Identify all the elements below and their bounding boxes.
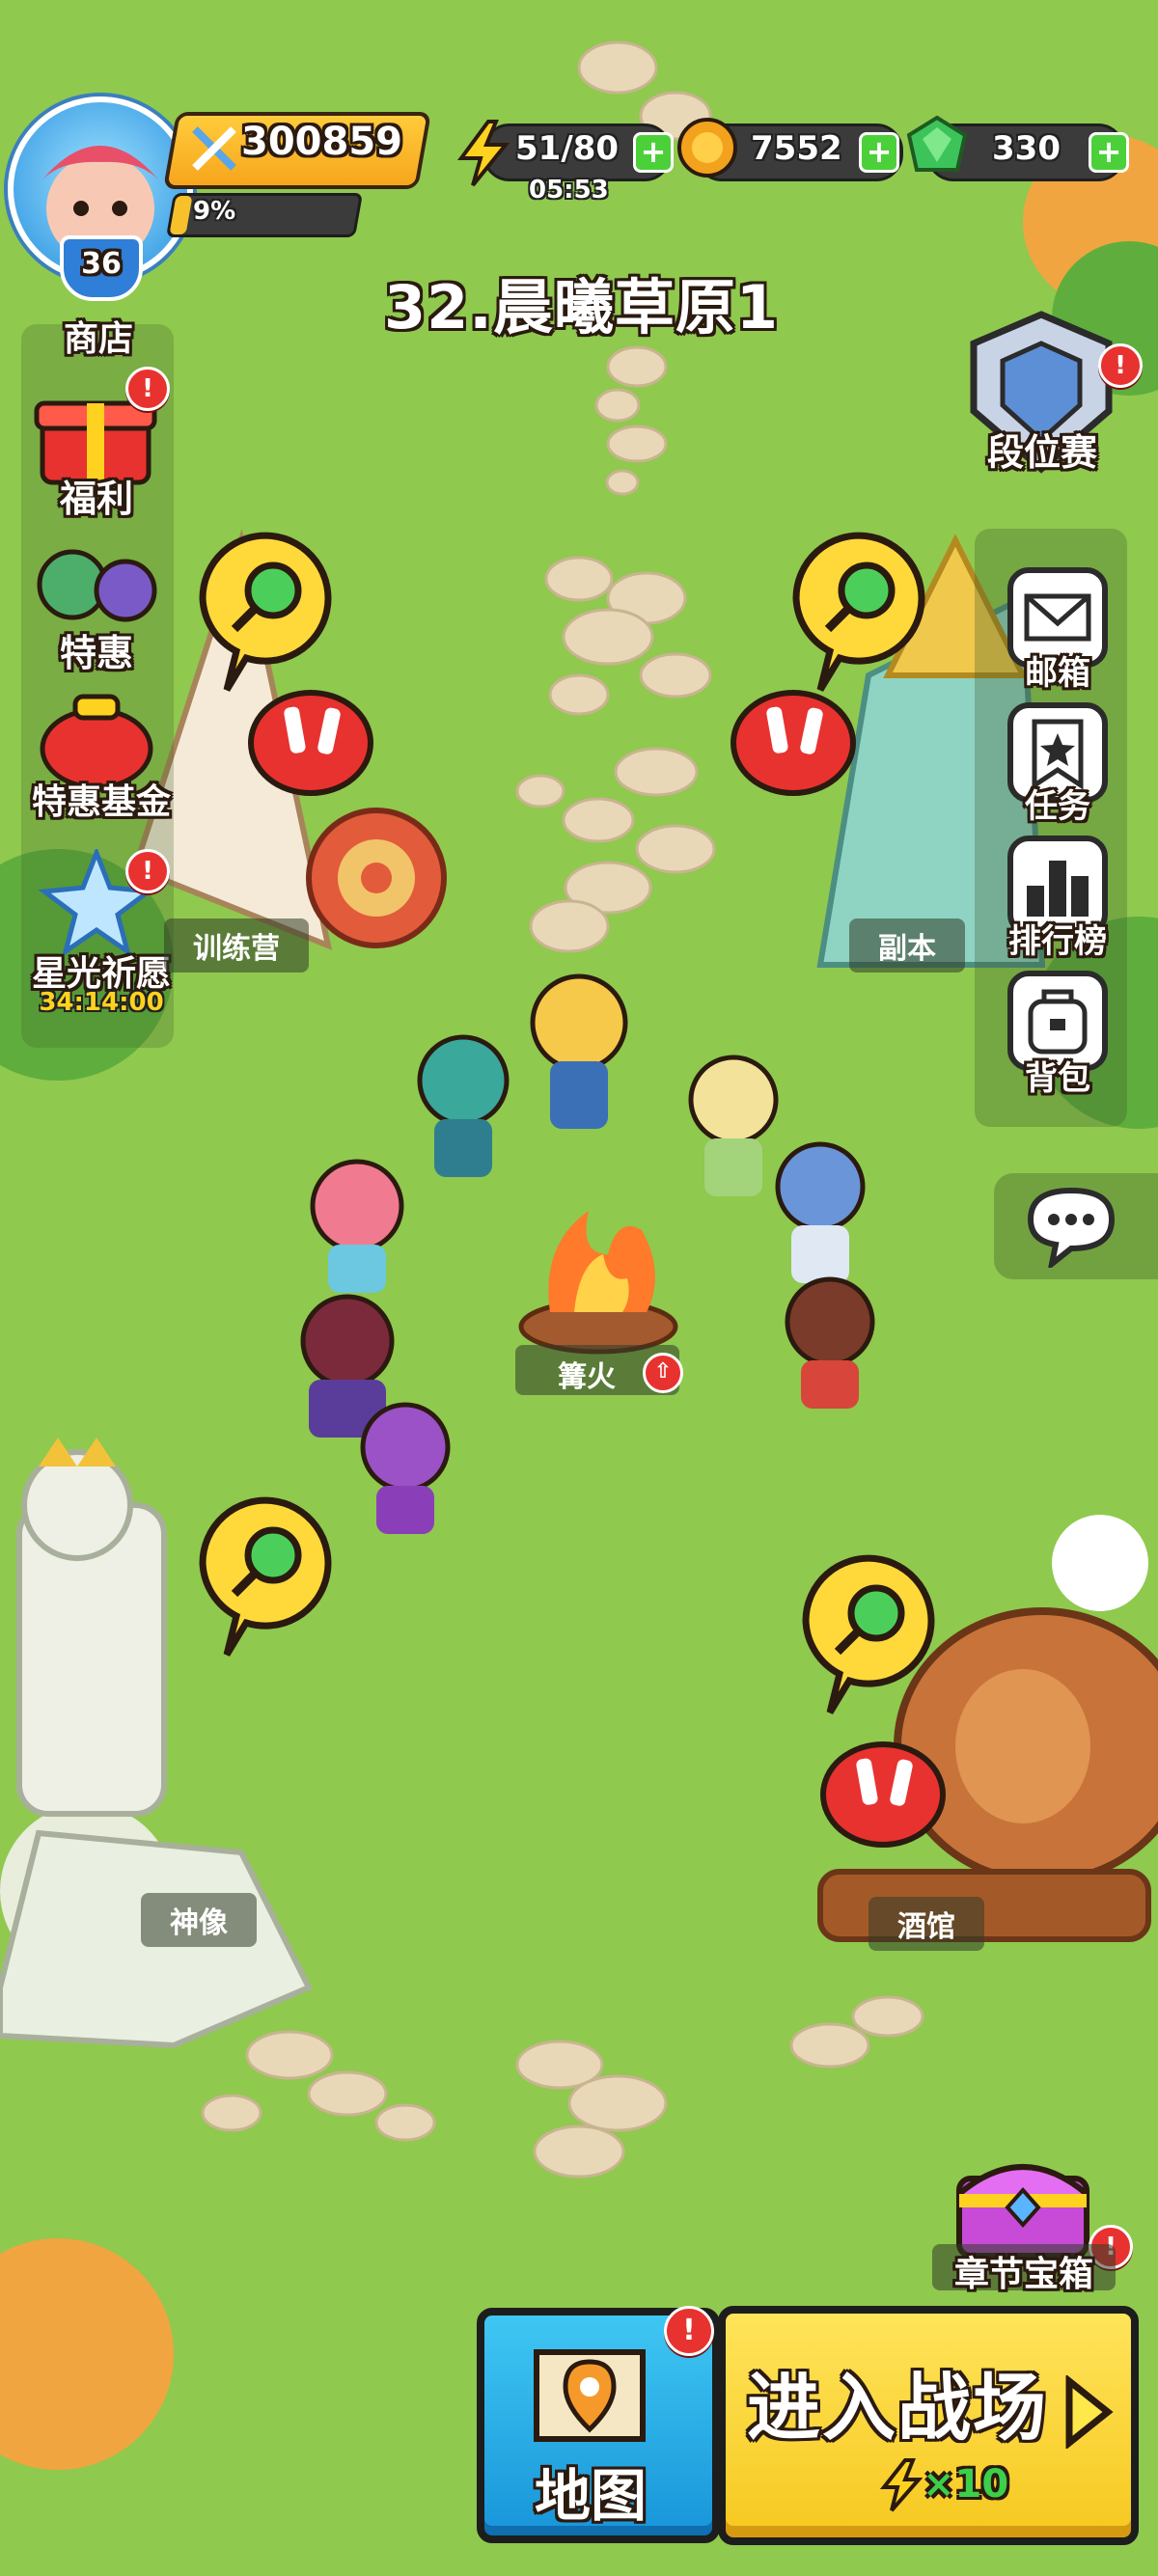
enter-battle-button[interactable]: 进入战场 ×10 <box>718 2306 1139 2545</box>
map-label: 地图 <box>534 2463 647 2529</box>
gem-add-button[interactable]: + <box>1089 132 1129 173</box>
game-scene: 36 300859 9% 51/80 + 05:53 7552 + 330 + … <box>0 0 1158 2576</box>
energy-refill-timer: 05:53 <box>529 176 609 205</box>
welfare-alert-badge: ! <box>125 367 170 411</box>
gem-value: 330 <box>992 129 1061 168</box>
quest-label: 任务 <box>1025 787 1090 826</box>
chat-bubble-icon <box>1027 1187 1116 1268</box>
chapter-chest-label: 章节宝箱 <box>953 2255 1093 2294</box>
gold-coin-icon <box>677 118 737 178</box>
combat-power-value: 300859 <box>241 120 402 164</box>
play-arrow-icon <box>1065 2375 1114 2449</box>
gold-add-button[interactable]: + <box>859 132 899 173</box>
ranked-alert-badge: ! <box>1098 343 1143 388</box>
energy-cost-lightning-icon <box>880 2458 923 2512</box>
energy-value: 51/80 <box>515 129 620 168</box>
map-alert-badge: ! <box>664 2306 714 2356</box>
chat-tab[interactable] <box>994 1173 1158 1279</box>
crossed-swords-icon <box>192 126 236 171</box>
ranked-match-label: 段位赛 <box>986 431 1097 474</box>
welfare-label: 福利 <box>59 478 133 520</box>
enter-battle-label: 进入战场 <box>747 2365 1048 2451</box>
mail-label: 邮箱 <box>1025 654 1090 693</box>
backpack-label: 背包 <box>1025 1059 1090 1098</box>
special-fund-label: 特惠基金 <box>31 782 171 822</box>
green-gem-icon <box>906 115 968 172</box>
lightning-icon <box>457 120 510 187</box>
starlight-wish-timer: 34:14:00 <box>39 988 164 1017</box>
bonfire-label-plate[interactable]: 篝火 ⇧ <box>515 1345 683 1395</box>
exp-percent-text: 9% <box>193 197 236 226</box>
statue-label[interactable]: 神像 <box>141 1893 257 1947</box>
energy-cost-text: ×10 <box>923 2462 1009 2507</box>
starlight-alert-badge: ! <box>125 849 170 893</box>
player-level-badge: 36 <box>60 235 143 301</box>
training-camp-label[interactable]: 训练营 <box>164 918 309 973</box>
energy-add-button[interactable]: + <box>633 132 674 173</box>
special-offer-label: 特惠 <box>59 632 133 674</box>
exp-progress-fill <box>169 196 193 234</box>
shop-button-label[interactable]: 商店 <box>12 311 185 361</box>
stage-title: 32.晨曦草原1 <box>384 272 779 343</box>
gold-value: 7552 <box>751 129 842 168</box>
map-scroll-icon <box>534 2349 646 2442</box>
bonfire-upgrade-icon: ⇧ <box>643 1353 683 1393</box>
tavern-label[interactable]: 酒馆 <box>868 1897 984 1951</box>
leaderboard-label: 排行榜 <box>1008 922 1107 961</box>
bonfire-label: 篝火 <box>558 1360 616 1394</box>
dungeon-label[interactable]: 副本 <box>849 918 965 973</box>
